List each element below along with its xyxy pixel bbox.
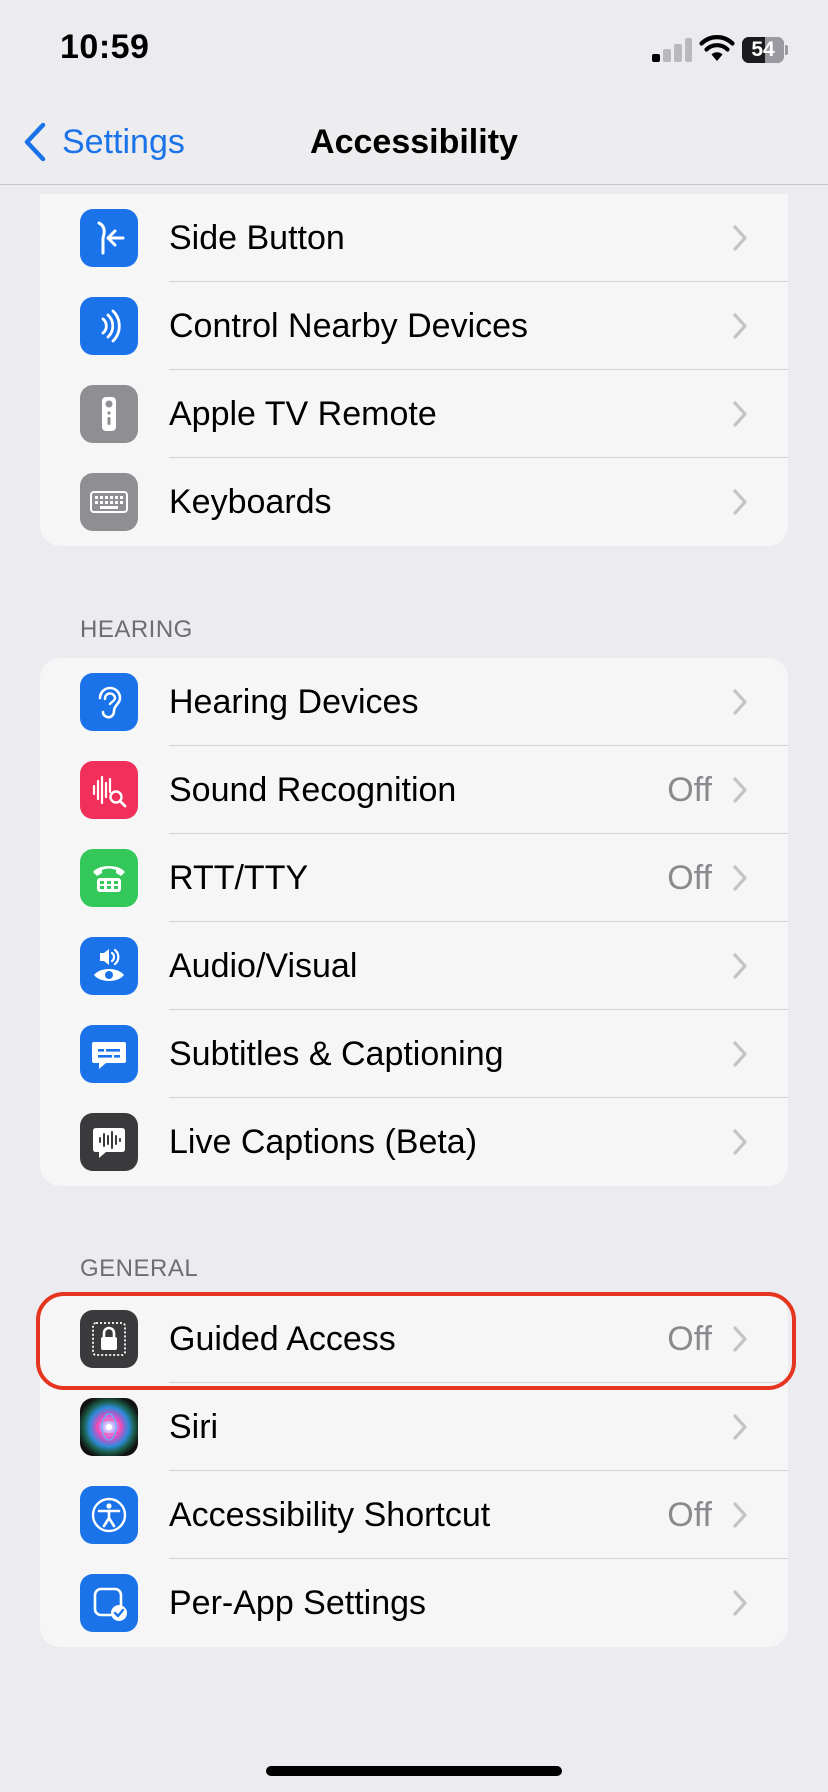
chevron-right-icon <box>733 1041 747 1067</box>
row-label: Sound Recognition <box>169 771 457 809</box>
section-header-general: GENERAL <box>80 1255 199 1282</box>
nearby-devices-icon <box>80 297 138 355</box>
wifi-icon <box>699 35 735 61</box>
row-sound-recognition[interactable]: Sound Recognition Off <box>40 746 788 834</box>
row-value: Off <box>667 1320 712 1358</box>
chevron-right-icon <box>733 865 747 891</box>
navigation-bar: Settings Accessibility <box>0 100 828 185</box>
per-app-icon <box>80 1574 138 1632</box>
home-indicator[interactable] <box>266 1766 562 1776</box>
chevron-right-icon <box>733 1590 747 1616</box>
row-guided-access[interactable]: Guided Access Off <box>40 1295 788 1383</box>
row-per-app-settings[interactable]: Per-App Settings <box>40 1559 788 1647</box>
page-title: Accessibility <box>310 123 518 161</box>
row-label: Keyboards <box>169 483 332 521</box>
row-control-nearby-devices[interactable]: Control Nearby Devices <box>40 282 788 370</box>
status-time: 10:59 <box>60 28 150 66</box>
chevron-right-icon <box>733 689 747 715</box>
row-label: Audio/Visual <box>169 947 358 985</box>
status-bar: 10:59 54 <box>0 0 828 100</box>
row-label: Guided Access <box>169 1320 396 1358</box>
row-label: Per-App Settings <box>169 1584 427 1622</box>
row-label: Hearing Devices <box>169 683 419 721</box>
settings-group-interaction: Side Button Control Nearby Devices Apple… <box>40 194 788 546</box>
row-apple-tv-remote[interactable]: Apple TV Remote <box>40 370 788 458</box>
row-rtt-tty[interactable]: RTT/TTY Off <box>40 834 788 922</box>
chevron-right-icon <box>733 401 747 427</box>
row-siri[interactable]: Siri <box>40 1383 788 1471</box>
chevron-right-icon <box>733 777 747 803</box>
row-label: RTT/TTY <box>169 859 309 897</box>
row-label: Control Nearby Devices <box>169 307 529 345</box>
live-captions-icon <box>80 1113 138 1171</box>
sound-recognition-icon <box>80 761 138 819</box>
row-subtitles-captioning[interactable]: Subtitles & Captioning <box>40 1010 788 1098</box>
chevron-right-icon <box>733 1129 747 1155</box>
side-button-icon <box>80 209 138 267</box>
row-value: Off <box>667 859 712 897</box>
tv-remote-icon <box>80 385 138 443</box>
chevron-right-icon <box>733 953 747 979</box>
lock-icon <box>80 1310 138 1368</box>
keyboard-icon <box>80 473 138 531</box>
row-live-captions[interactable]: Live Captions (Beta) <box>40 1098 788 1186</box>
audio-visual-icon <box>80 937 138 995</box>
ear-icon <box>80 673 138 731</box>
settings-group-general: Guided Access Off Siri Accessibility Sho… <box>40 1295 788 1647</box>
row-hearing-devices[interactable]: Hearing Devices <box>40 658 788 746</box>
siri-icon <box>80 1398 138 1456</box>
chevron-right-icon <box>733 1502 747 1528</box>
row-label: Siri <box>169 1408 219 1446</box>
tty-phone-icon <box>80 849 138 907</box>
row-label: Live Captions (Beta) <box>169 1123 478 1161</box>
accessibility-icon <box>80 1486 138 1544</box>
row-label: Accessibility Shortcut <box>169 1496 491 1534</box>
cellular-signal-icon <box>652 38 692 62</box>
chevron-right-icon <box>733 313 747 339</box>
chevron-right-icon <box>733 489 747 515</box>
row-accessibility-shortcut[interactable]: Accessibility Shortcut Off <box>40 1471 788 1559</box>
chevron-right-icon <box>733 225 747 251</box>
subtitles-icon <box>80 1025 138 1083</box>
chevron-right-icon <box>733 1414 747 1440</box>
battery-icon: 54 <box>742 37 788 63</box>
row-audio-visual[interactable]: Audio/Visual <box>40 922 788 1010</box>
row-label: Apple TV Remote <box>169 395 437 433</box>
row-value: Off <box>667 1496 712 1534</box>
row-value: Off <box>667 771 712 809</box>
row-keyboards[interactable]: Keyboards <box>40 458 788 546</box>
row-side-button[interactable]: Side Button <box>40 194 788 282</box>
section-header-hearing: HEARING <box>80 616 193 643</box>
battery-level: 54 <box>751 38 775 61</box>
row-label: Subtitles & Captioning <box>169 1035 504 1073</box>
chevron-right-icon <box>733 1326 747 1352</box>
settings-group-hearing: Hearing Devices Sound Recognition Off RT… <box>40 658 788 1186</box>
row-label: Side Button <box>169 219 345 257</box>
